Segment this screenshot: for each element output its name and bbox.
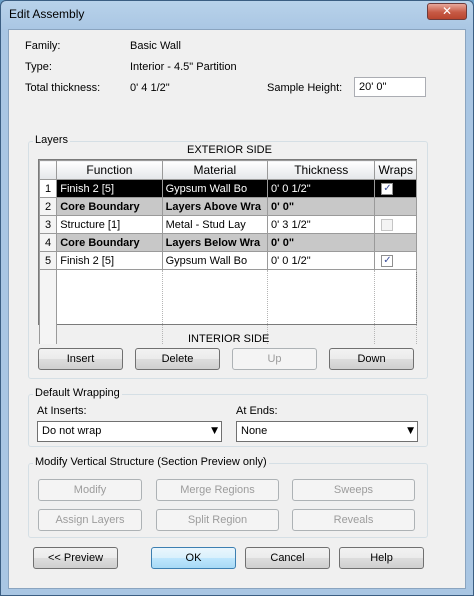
- column-header-material[interactable]: Material: [161, 160, 269, 180]
- wraps-checkbox[interactable]: ✓: [381, 182, 394, 195]
- material-cell[interactable]: Layers Below Wra: [161, 233, 269, 252]
- wraps-checkbox[interactable]: ✓: [381, 254, 394, 267]
- thickness-cell[interactable]: 0' 0": [266, 197, 376, 216]
- at-inserts-label: At Inserts:: [37, 405, 87, 417]
- layers-table[interactable]: Function Material Thickness Wraps 1 Fini…: [38, 159, 417, 344]
- chevron-down-icon: ▼: [407, 426, 414, 436]
- thickness-cell[interactable]: 0' 0 1/2": [266, 179, 376, 198]
- wraps-cell: [374, 215, 417, 234]
- function-cell[interactable]: Finish 2 [5]: [56, 179, 163, 198]
- wraps-cell[interactable]: ✓: [374, 251, 417, 270]
- material-cell[interactable]: Layers Above Wra: [161, 197, 269, 216]
- function-cell[interactable]: Core Boundary: [56, 197, 163, 216]
- close-icon: ✕: [441, 4, 453, 18]
- merge-regions-button[interactable]: Merge Regions: [156, 479, 279, 501]
- cancel-button[interactable]: Cancel: [245, 547, 330, 569]
- insert-button[interactable]: Insert: [38, 348, 123, 370]
- row-number[interactable]: 5: [38, 251, 58, 270]
- wraps-checkbox: [381, 218, 394, 231]
- at-ends-dropdown[interactable]: None ▼: [236, 421, 418, 442]
- delete-button[interactable]: Delete: [135, 348, 220, 370]
- column-header-number: [38, 160, 58, 180]
- close-button[interactable]: ✕: [427, 3, 467, 20]
- type-label: Type:: [25, 61, 52, 73]
- modify-vertical-structure-label: Modify Vertical Structure (Section Previ…: [33, 456, 269, 468]
- up-button[interactable]: Up: [232, 348, 317, 370]
- type-value: Interior - 4.5" Partition: [130, 61, 237, 73]
- sweeps-button[interactable]: Sweeps: [292, 479, 415, 501]
- layers-group-label: Layers: [33, 134, 71, 146]
- sample-height-label: Sample Height:: [267, 82, 343, 94]
- title-bar[interactable]: Edit Assembly ✕: [1, 1, 473, 29]
- help-button[interactable]: Help: [339, 547, 424, 569]
- row-number[interactable]: 3: [38, 215, 58, 234]
- thickness-cell[interactable]: 0' 0": [266, 233, 376, 252]
- table-row[interactable]: 1 Finish 2 [5] Gypsum Wall Bo 0' 0 1/2" …: [38, 179, 417, 198]
- interior-side-label: INTERIOR SIDE: [188, 333, 270, 345]
- row-number[interactable]: 1: [38, 179, 58, 198]
- family-label: Family:: [25, 40, 61, 52]
- sample-height-input[interactable]: 20' 0": [354, 77, 426, 97]
- wraps-cell[interactable]: ✓: [374, 179, 417, 198]
- default-wrapping-label: Default Wrapping: [33, 387, 122, 399]
- at-inserts-value: Do not wrap: [42, 425, 102, 437]
- thickness-cell[interactable]: 0' 0 1/2": [266, 251, 376, 270]
- column-header-function[interactable]: Function: [56, 160, 163, 180]
- edit-assembly-window: Edit Assembly ✕ Family: Basic Wall Type:…: [0, 0, 474, 596]
- function-cell[interactable]: Core Boundary: [56, 233, 163, 252]
- wraps-cell: [374, 197, 417, 216]
- preview-button[interactable]: << Preview: [33, 547, 118, 569]
- table-row[interactable]: 4 Core Boundary Layers Below Wra 0' 0": [38, 233, 417, 252]
- reveals-button[interactable]: Reveals: [292, 509, 415, 531]
- ok-button[interactable]: OK: [151, 547, 236, 569]
- chevron-down-icon: ▼: [211, 426, 218, 436]
- at-inserts-dropdown[interactable]: Do not wrap ▼: [37, 421, 222, 442]
- wraps-cell: [374, 233, 417, 252]
- down-button[interactable]: Down: [329, 348, 414, 370]
- material-cell[interactable]: Gypsum Wall Bo: [161, 179, 269, 198]
- split-region-button[interactable]: Split Region: [156, 509, 279, 531]
- material-cell[interactable]: Metal - Stud Lay: [161, 215, 269, 234]
- dialog-body: Family: Basic Wall Type: Interior - 4.5"…: [8, 29, 466, 589]
- exterior-side-label: EXTERIOR SIDE: [187, 144, 272, 156]
- thickness-cell[interactable]: 0' 3 1/2": [266, 215, 376, 234]
- total-thickness-value: 0' 4 1/2": [130, 82, 170, 94]
- material-cell[interactable]: Gypsum Wall Bo: [161, 251, 269, 270]
- table-row[interactable]: 2 Core Boundary Layers Above Wra 0' 0": [38, 197, 417, 216]
- row-number[interactable]: 2: [38, 197, 58, 216]
- window-title: Edit Assembly: [9, 7, 85, 21]
- at-ends-label: At Ends:: [236, 405, 278, 417]
- function-cell[interactable]: Structure [1]: [56, 215, 163, 234]
- column-header-wraps[interactable]: Wraps: [374, 160, 417, 180]
- table-row[interactable]: 5 Finish 2 [5] Gypsum Wall Bo 0' 0 1/2" …: [38, 251, 417, 270]
- column-header-thickness[interactable]: Thickness: [266, 160, 376, 180]
- modify-button[interactable]: Modify: [38, 479, 142, 501]
- at-ends-value: None: [241, 425, 268, 437]
- family-value: Basic Wall: [130, 40, 181, 52]
- row-number[interactable]: 4: [38, 233, 58, 252]
- total-thickness-label: Total thickness:: [25, 82, 101, 94]
- function-cell[interactable]: Finish 2 [5]: [56, 251, 163, 270]
- table-row[interactable]: 3 Structure [1] Metal - Stud Lay 0' 3 1/…: [38, 215, 417, 234]
- assign-layers-button[interactable]: Assign Layers: [38, 509, 142, 531]
